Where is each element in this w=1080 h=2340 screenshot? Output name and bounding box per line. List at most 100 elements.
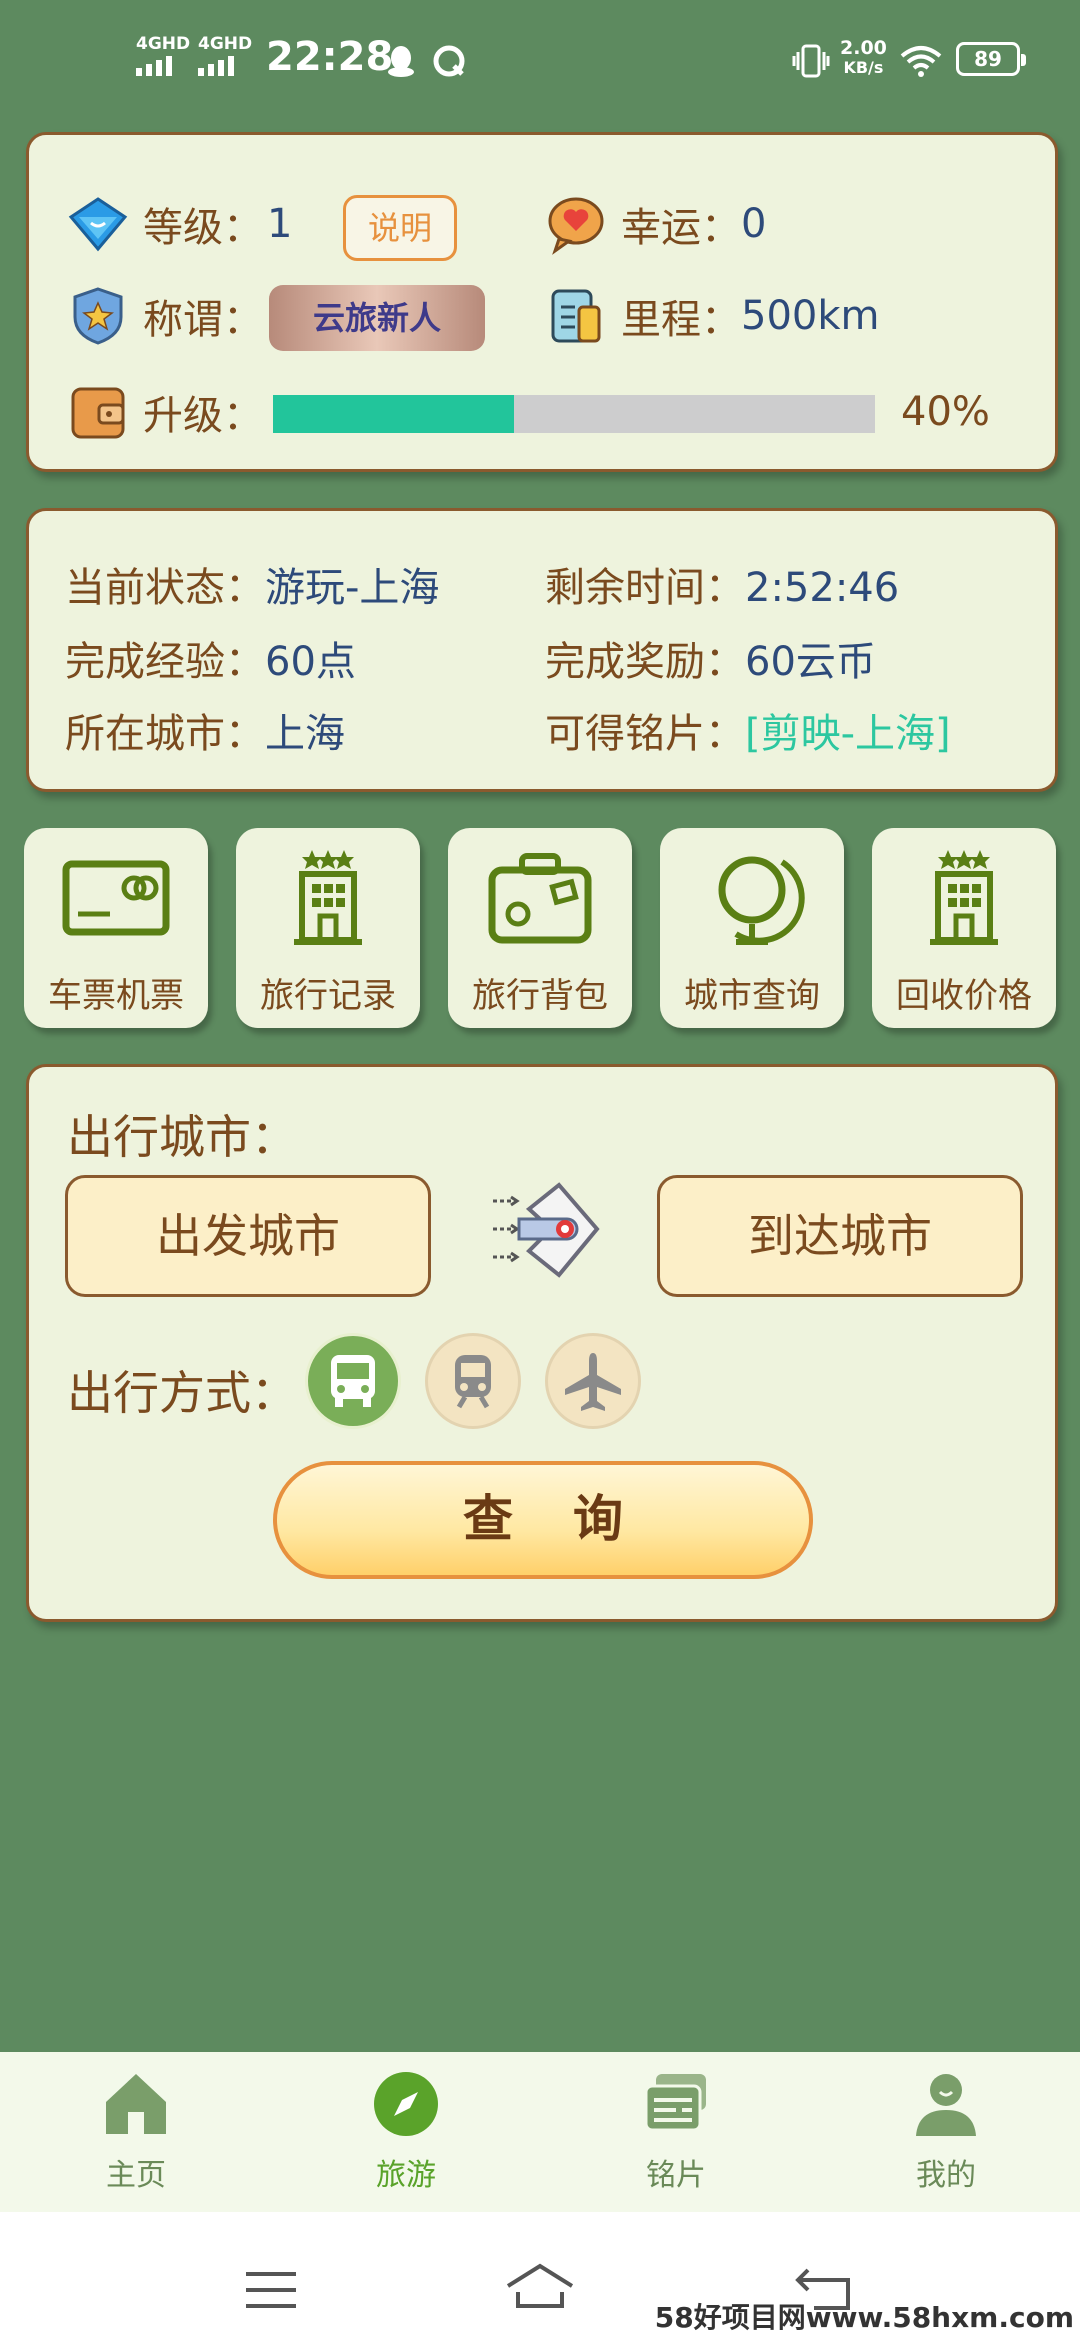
level-label: 等级： (143, 205, 263, 251)
net-speed: 2.00 KB/s (840, 38, 887, 78)
signal-label: 4GHD (136, 34, 191, 54)
nav-home[interactable]: 主页 (56, 2070, 216, 2194)
mileage-label: 里程： (621, 297, 741, 343)
shield-star-icon (73, 287, 123, 345)
globe-icon (718, 856, 805, 945)
nav-postcards-label: 铭片 (646, 2158, 706, 2193)
city-label: 所在城市： (65, 711, 265, 757)
menu-tickets-label: 车票机票 (48, 976, 184, 1016)
obtainable-postcard: 可得铭片：[剪映-上海] (545, 701, 951, 759)
nav-postcards[interactable]: 铭片 (596, 2070, 756, 2194)
signal-label: 4GHD (198, 34, 253, 54)
menu-icon[interactable] (244, 2270, 298, 2310)
arrival-city-button[interactable]: 到达城市 (657, 1175, 1023, 1297)
profile-card: 等级： 1 说明 幸运： 0 称谓： 云旅新人 里程： 500km 升级： 40… (26, 132, 1058, 472)
wallet-icon (71, 387, 125, 439)
departure-city-button[interactable]: 出发城市 (65, 1175, 431, 1297)
current-status-value: 游玩-上海 (265, 565, 440, 611)
current-city: 所在城市：上海 (65, 701, 345, 759)
menu-travel-backpack[interactable]: 旅行背包 (448, 828, 632, 1028)
signal-icon: 4GHD (198, 34, 252, 76)
suitcase-icon (488, 853, 592, 944)
travel-mode-heading: 出行方式： (67, 1366, 297, 1420)
nav-mine[interactable]: 我的 (866, 2070, 1026, 2194)
postcard-label: 可得铭片： (545, 711, 745, 757)
nav-travel-label: 旅游 (376, 2158, 436, 2193)
luck-stat: 幸运： 0 (545, 193, 766, 255)
completion-reward: 完成奖励：60云币 (545, 629, 876, 687)
menu-travel-records-label: 旅行记录 (260, 976, 396, 1016)
mode-airplane-button[interactable] (545, 1333, 641, 1429)
swap-direction-icon[interactable] (489, 1179, 609, 1289)
level-value: 1 (267, 201, 293, 247)
exp-value: 60点 (265, 639, 356, 685)
menu-tickets[interactable]: 车票机票 (24, 828, 208, 1028)
postcard-value[interactable]: [剪映-上海] (745, 711, 951, 757)
message-icon (433, 45, 465, 77)
vibrate-icon (792, 44, 830, 78)
battery-icon: 89 (956, 42, 1026, 76)
home-icon (106, 2074, 166, 2134)
wifi-icon (900, 46, 942, 77)
upgrade-progress-fill (273, 395, 514, 433)
remaining-time: 剩余时间：2:52:46 (545, 555, 899, 613)
hotel-icon (294, 850, 362, 945)
bus-icon (331, 1355, 375, 1407)
signal-icon: 4GHD (136, 34, 190, 76)
explain-button[interactable]: 说明 (343, 195, 457, 261)
user-icon (916, 2074, 976, 2136)
bottom-nav: 主页 旅游 铭片 我的 (0, 2052, 1080, 2212)
menu-travel-records[interactable]: 旅行记录 (236, 828, 420, 1028)
menu-recycle-price[interactable]: 回收价格 (872, 828, 1056, 1028)
home-button-icon[interactable] (504, 2262, 576, 2310)
qq-icon (388, 46, 414, 77)
query-button[interactable]: 查询 (273, 1461, 813, 1579)
upgrade-label: 升级： (143, 393, 263, 439)
nav-travel[interactable]: 旅游 (326, 2070, 486, 2194)
reward-label: 完成奖励： (545, 639, 745, 685)
travel-search-card: 出行城市： 出发城市 到达城市 出行方式： 查询 (26, 1064, 1058, 1622)
level-stat: 等级： 1 (67, 193, 292, 255)
upgrade-progress-bar (273, 395, 875, 433)
diamond-icon (68, 197, 128, 252)
train-icon (455, 1355, 491, 1409)
remaining-time-label: 剩余时间： (545, 565, 745, 611)
upgrade-percent: 40% (901, 389, 990, 435)
airplane-icon (565, 1353, 621, 1411)
current-status-label: 当前状态： (65, 565, 265, 611)
hotel-icon (930, 850, 998, 945)
luck-label: 幸运： (621, 205, 741, 251)
nav-home-label: 主页 (106, 2158, 166, 2193)
title-stat: 称谓： (67, 285, 263, 347)
system-nav-bar: 58好项目网www.58hxm.com (0, 2212, 1080, 2340)
compass-icon (374, 2072, 438, 2136)
title-label: 称谓： (143, 297, 263, 343)
status-bar: 4GHD 4GHD 22:28 2.00 KB/s 89 (0, 0, 1080, 120)
reward-value: 60云币 (745, 639, 876, 685)
menu-recycle-price-label: 回收价格 (896, 976, 1032, 1016)
status-card: 当前状态：游玩-上海 剩余时间：2:52:46 完成经验：60点 完成奖励：60… (26, 508, 1058, 792)
heart-bubble-icon (548, 197, 604, 255)
clock: 22:28 (266, 34, 394, 80)
upgrade-stat: 升级： (67, 381, 263, 443)
document-icon (551, 289, 601, 343)
city-value: 上海 (265, 711, 345, 757)
cards-icon (644, 2074, 706, 2132)
title-badge: 云旅新人 (269, 285, 485, 351)
net-speed-unit: KB/s (843, 58, 884, 77)
mode-bus-button[interactable] (305, 1333, 401, 1429)
menu-city-query-label: 城市查询 (684, 976, 820, 1016)
travel-city-heading: 出行城市： (67, 1110, 297, 1164)
ticket-icon (62, 860, 170, 936)
current-status: 当前状态：游玩-上海 (65, 555, 439, 613)
nav-mine-label: 我的 (916, 2158, 976, 2193)
mileage-stat: 里程： 500km (545, 285, 879, 347)
mode-train-button[interactable] (425, 1333, 521, 1429)
net-speed-value: 2.00 (840, 37, 887, 59)
exp-label: 完成经验： (65, 639, 265, 685)
luck-value: 0 (741, 201, 767, 247)
menu-travel-backpack-label: 旅行背包 (472, 976, 608, 1016)
mileage-value: 500km (741, 293, 880, 339)
remaining-time-value: 2:52:46 (745, 565, 900, 611)
menu-city-query[interactable]: 城市查询 (660, 828, 844, 1028)
